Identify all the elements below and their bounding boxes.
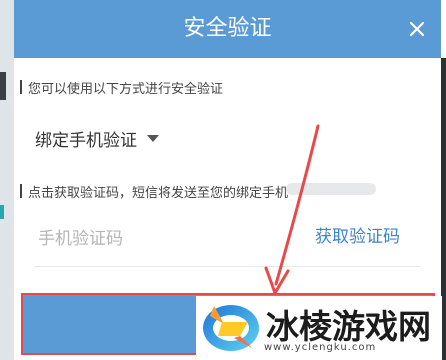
background-page-edge [0, 0, 14, 360]
get-code-button[interactable]: 获取验证码 [315, 222, 400, 247]
logo-icon [203, 305, 259, 351]
section-marker [20, 80, 22, 94]
dialog-header: 安全验证 [14, 0, 441, 58]
background-element [0, 205, 4, 219]
masked-phone-number [286, 183, 376, 195]
chevron-down-icon [147, 135, 159, 142]
dialog-title: 安全验证 [183, 16, 272, 41]
watermark-url: www.yclengku.com [264, 342, 377, 353]
watermark-brand: 冰棱游戏网 [266, 307, 431, 346]
verification-method-dropdown[interactable]: 绑定手机验证 [35, 126, 159, 151]
background-element [0, 72, 6, 100]
sms-code-input[interactable] [38, 226, 298, 252]
close-icon [409, 21, 425, 37]
verification-method-value: 绑定手机验证 [35, 131, 137, 151]
input-underline [34, 266, 420, 267]
site-watermark: 冰棱游戏网 www.yclengku.com [196, 296, 442, 360]
intro-text: 您可以使用以下方式进行安全验证 [28, 82, 224, 97]
section-marker [20, 184, 22, 198]
sms-hint-text: 点击获取验证码，短信将发送至您的绑定手机 [28, 186, 289, 201]
close-button[interactable] [405, 17, 429, 41]
